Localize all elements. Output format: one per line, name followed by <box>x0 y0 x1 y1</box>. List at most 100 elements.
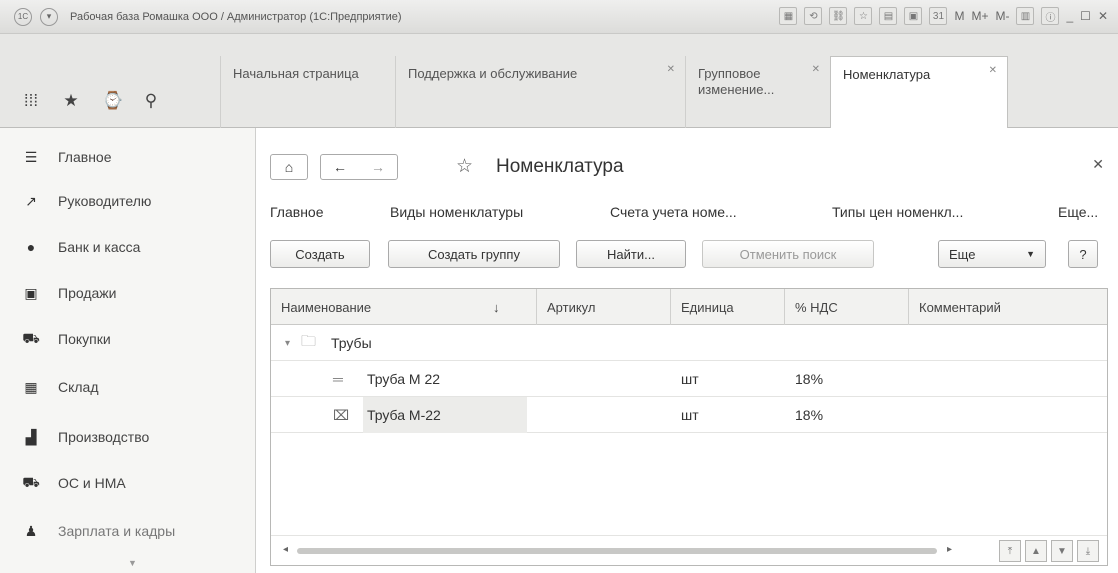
tab-close-icon[interactable]: ✕ <box>667 64 675 75</box>
cell-unit: шт <box>681 407 699 423</box>
more-dropdown[interactable]: Еще ▼ <box>938 240 1046 268</box>
horizontal-scrollbar[interactable] <box>297 548 937 554</box>
cell-name: Труба М-22 <box>363 397 527 433</box>
items-table: Наименование ↓ Артикул Единица % НДС Ком… <box>270 288 1108 566</box>
warehouse-icon: ▦ <box>24 378 38 395</box>
scroll-left-icon[interactable]: ◂ <box>283 544 288 555</box>
expand-icon[interactable]: ▾ <box>285 325 290 361</box>
cancel-search-button[interactable]: Отменить поиск <box>702 240 874 268</box>
create-button[interactable]: Создать <box>270 240 370 268</box>
sidebar-item-label: Зарплата и кадры <box>58 523 176 539</box>
form-close-icon[interactable]: ✕ <box>1092 156 1104 173</box>
calculator-icon[interactable]: ▣ <box>904 7 923 25</box>
column-header-article[interactable]: Артикул <box>537 289 671 325</box>
sidebar-item-main[interactable]: ☰ Главное <box>22 148 112 166</box>
info-icon[interactable]: ⓘ <box>1041 7 1060 25</box>
tab-close-icon[interactable]: ✕ <box>812 64 820 75</box>
history-clock-icon[interactable]: ⌚ <box>102 91 123 111</box>
cell-name: Труба М 22 <box>367 371 441 387</box>
home-icon[interactable]: ⌂ <box>270 154 308 180</box>
tab-nomenclature[interactable]: Номенклатура ✕ <box>830 56 1008 129</box>
sidebar-item-label: Продажи <box>58 285 117 301</box>
date-icon[interactable]: 31 <box>929 7 948 25</box>
window-title: Рабочая база Ромашка ООО / Администратор… <box>70 10 402 23</box>
table-footer: ◂ ▸ ⤒ ▲ ▼ ⤓ <box>271 535 1107 565</box>
grid-icon[interactable]: ▦ <box>779 7 798 25</box>
link-icon[interactable]: ⛓ <box>829 7 848 25</box>
person-icon: ♟ <box>24 522 38 539</box>
panels-icon[interactable]: ▥ <box>1016 7 1035 25</box>
favorites-icon[interactable]: ☆ <box>854 7 873 25</box>
factory-icon: ▟ <box>25 428 37 445</box>
memory-plus-button[interactable]: M+ <box>971 9 988 23</box>
favorite-star-icon[interactable]: ☆ <box>456 155 473 178</box>
cart-icon: ⛟ <box>22 329 40 346</box>
column-header-name[interactable]: Наименование ↓ <box>271 289 537 325</box>
tab-label: Поддержка и обслуживание <box>408 66 578 81</box>
column-header-vat[interactable]: % НДС <box>785 289 909 325</box>
chevron-down-icon: ▼ <box>1026 249 1035 259</box>
cell-vat: 18% <box>795 407 824 423</box>
minimize-icon[interactable]: _ <box>1066 9 1073 23</box>
column-label: Наименование <box>281 299 372 315</box>
sidebar-item-label: ОС и НМА <box>58 475 126 491</box>
memory-minus-button[interactable]: M- <box>995 9 1009 23</box>
cell-vat: 18% <box>795 371 824 387</box>
sidebar-item-warehouse[interactable]: ▦ Склад <box>22 378 99 396</box>
tab-home[interactable]: Начальная страница <box>220 56 395 128</box>
create-group-button[interactable]: Создать группу <box>388 240 560 268</box>
link-item-types[interactable]: Виды номенклатуры <box>390 204 523 220</box>
app-logo-icon: 1С <box>14 7 32 26</box>
sidebar-item-purchases[interactable]: ⛟ Покупки <box>22 329 111 348</box>
form-area: ⌂ ← → ☆ Номенклатура ✕ Главное Виды номе… <box>256 128 1118 573</box>
page-up-icon[interactable]: ▲ <box>1025 540 1047 562</box>
sidebar-item-production[interactable]: ▟ Производство <box>22 428 150 446</box>
link-main[interactable]: Главное <box>270 204 324 220</box>
trend-icon: ↗ <box>25 192 37 209</box>
search-icon[interactable]: ⚲ <box>142 91 160 111</box>
sidebar-item-director[interactable]: ↗ Руководителю <box>22 192 151 210</box>
link-accounts[interactable]: Счета учета номе... <box>610 204 737 220</box>
back-icon[interactable]: ← <box>333 159 347 175</box>
tab-close-icon[interactable]: ✕ <box>989 65 997 76</box>
close-icon[interactable]: ✕ <box>1098 9 1108 23</box>
item-icon: ═ <box>333 371 343 387</box>
favorites-star-icon[interactable]: ★ <box>62 91 80 111</box>
help-button[interactable]: ? <box>1068 240 1098 268</box>
sidebar-item-label: Покупки <box>58 331 111 347</box>
sidebar-item-salary[interactable]: ♟ Зарплата и кадры <box>22 522 175 540</box>
tab-support[interactable]: Поддержка и обслуживание ✕ <box>395 56 685 128</box>
tab-group-change[interactable]: Групповое изменение... ✕ <box>685 56 830 128</box>
find-button[interactable]: Найти... <box>576 240 686 268</box>
tab-label: Начальная страница <box>233 66 359 81</box>
forward-icon[interactable]: → <box>371 159 385 175</box>
apps-grid-icon[interactable]: ⁞⁞⁞ <box>22 91 40 111</box>
column-header-unit[interactable]: Единица <box>671 289 785 325</box>
go-first-icon[interactable]: ⤒ <box>999 540 1021 562</box>
table-row[interactable]: ⌧ Труба М-22 шт 18% <box>271 397 1107 433</box>
sidebar-item-bank[interactable]: ● Банк и касса <box>22 238 141 256</box>
sidebar-item-assets[interactable]: ⛟ ОС и НМА <box>22 474 126 492</box>
menu-lines-icon: ☰ <box>24 148 38 165</box>
go-last-icon[interactable]: ⤓ <box>1077 540 1099 562</box>
sidebar-item-label: Склад <box>58 379 99 395</box>
link-price-types[interactable]: Типы цен номенкл... <box>832 204 963 220</box>
table-group-row[interactable]: ▾ 🗀 Трубы <box>271 325 1107 361</box>
sidebar-item-sales[interactable]: ▣ Продажи <box>22 284 116 302</box>
link-more[interactable]: Еще... <box>1058 204 1098 220</box>
nav-buttons: ← → <box>320 154 398 180</box>
main-menu-icon[interactable]: ▾ <box>40 7 58 26</box>
scroll-right-icon[interactable]: ▸ <box>947 544 952 555</box>
table-row[interactable]: ═ Труба М 22 шт 18% <box>271 361 1107 397</box>
cell-unit: шт <box>681 371 699 387</box>
tabs-bar: ⁞⁞⁞ ★ ⌚ ⚲ Начальная страница Поддержка и… <box>0 34 1118 129</box>
command-bar: Создать Создать группу Найти... Отменить… <box>270 240 1110 272</box>
calendar-icon[interactable]: ▤ <box>879 7 898 25</box>
maximize-icon[interactable]: ☐ <box>1080 9 1091 23</box>
title-tools: ▦ ⟲ ⛓ ☆ ▤ ▣ 31 M M+ M- ▥ ⓘ _ ☐ ✕ <box>779 7 1108 25</box>
scroll-down-icon[interactable]: ▼ <box>128 558 137 568</box>
memory-m-button[interactable]: M <box>954 9 964 23</box>
page-down-icon[interactable]: ▼ <box>1051 540 1073 562</box>
column-header-comment[interactable]: Комментарий <box>909 289 1107 325</box>
history-icon[interactable]: ⟲ <box>804 7 823 25</box>
